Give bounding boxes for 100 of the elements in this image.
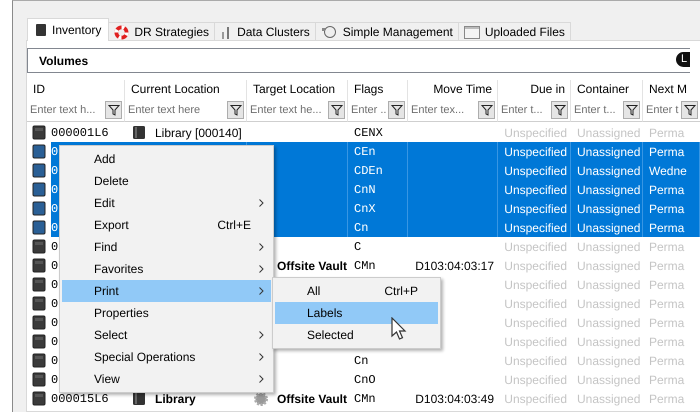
volume-id: 0 [51, 258, 58, 272]
cartridge-icon [35, 23, 47, 37]
menu-item[interactable]: Labels [275, 302, 438, 324]
table-cell-text: Unspecified [503, 390, 568, 408]
cartridge-icon [32, 315, 46, 330]
filter-field[interactable]: Enter text he... [247, 101, 327, 119]
filter-field[interactable]: Enter t... [571, 101, 622, 119]
volume-id: 0 [51, 278, 58, 292]
column-header[interactable]: Move Time [433, 80, 492, 99]
cartridge-icon [32, 372, 46, 387]
table-cell-text: Perma [648, 238, 686, 256]
filter-button[interactable] [551, 101, 568, 119]
menu-item[interactable]: Select [62, 324, 271, 346]
cartridge-icon [32, 125, 46, 140]
filter-icon [108, 104, 120, 116]
tab[interactable]: Uploaded Files [458, 22, 571, 41]
cartridge-icon [32, 391, 46, 406]
table-cell-text: Unassigned [576, 314, 642, 332]
table-cell-text: Unassigned [576, 238, 642, 256]
cartridge-icon [32, 258, 46, 273]
table-cell-text: Perma [648, 314, 686, 332]
volume-id: 0 [51, 334, 58, 348]
gauge-icon [320, 25, 338, 39]
table-cell: Perma [643, 199, 700, 218]
column-header[interactable]: Target Location [253, 80, 336, 99]
table-cell: Wedne [643, 161, 700, 180]
menu-item[interactable]: View [62, 368, 271, 390]
filter-button[interactable] [227, 101, 244, 119]
menu-item[interactable]: Favorites [62, 258, 271, 280]
column-header[interactable]: Container [577, 80, 630, 99]
table-cell: CnX [348, 199, 408, 218]
filter-button[interactable] [105, 101, 122, 119]
filter-icon [390, 104, 402, 116]
filter-button[interactable] [478, 101, 495, 119]
menu-item[interactable]: Find [62, 236, 271, 258]
filter-field[interactable]: Enter tex... [408, 101, 477, 119]
menu-item[interactable]: Print [62, 280, 271, 302]
filter-button[interactable] [388, 101, 405, 119]
menu-item[interactable]: Special Operations [62, 346, 271, 368]
table-cell: Offsite Vault [277, 258, 348, 272]
table-cell: Unassigned [571, 161, 643, 180]
cartridge-icon [32, 296, 46, 311]
cartridge-icon [132, 391, 146, 406]
table-cell: Unassigned [571, 218, 643, 237]
table-cell-text: Perma [648, 258, 686, 274]
column-header[interactable]: Due in [530, 80, 565, 99]
volume-id: 000001L6 [51, 126, 109, 140]
table-cell: Unspecified [498, 142, 571, 161]
chevron-icon [258, 331, 264, 339]
filter-button[interactable] [623, 101, 640, 119]
table-cell-text: CnO [353, 372, 377, 388]
filter-field[interactable]: Enter t... [498, 101, 550, 119]
column-header[interactable]: Flags [354, 80, 384, 99]
volume-id: 0 [51, 372, 58, 386]
filter-icon [230, 104, 242, 116]
gear-icon [253, 390, 269, 406]
table-cell-text: Perma [648, 276, 686, 294]
filter-field[interactable]: Enter ... [348, 101, 387, 119]
table-cell: Unspecified [498, 218, 571, 237]
filter-field[interactable]: Enter text h... [27, 101, 104, 119]
filter-field[interactable]: Enter text here [125, 101, 226, 119]
filter-icon [626, 104, 638, 116]
tab[interactable]: Inventory [27, 18, 110, 41]
table-cell-text: Unspecified [503, 238, 568, 256]
table-cell-text: D103:04:03:49 [414, 390, 495, 408]
table-cell: CEn [348, 142, 408, 161]
table-cell-text: Perma [648, 352, 686, 370]
chevron-icon [258, 243, 264, 251]
tab[interactable]: Data Clusters [214, 22, 316, 41]
table-cell-text: Unassigned [576, 276, 642, 294]
menu-item[interactable]: Selected [275, 324, 438, 346]
table-cell-text: Unassigned [576, 124, 642, 142]
cartridge-icon [32, 277, 46, 292]
table-cell-text: Unspecified [503, 352, 568, 370]
table-cell-text: Perma [648, 296, 686, 312]
table-cell-text: CMn [353, 390, 377, 408]
table-cell: Unassigned [571, 199, 643, 218]
column-header[interactable]: ID [33, 80, 45, 99]
cartridge-icon [32, 163, 46, 178]
table-cell-text: Perma [648, 372, 686, 388]
table-cell: Perma [643, 180, 700, 199]
table-cell: Perma [643, 218, 700, 237]
menu-item[interactable]: All Ctrl+P [275, 280, 438, 302]
table-cell: Unspecified [498, 199, 571, 218]
table-cell-text: Unspecified [503, 372, 568, 388]
filter-button[interactable] [328, 101, 345, 119]
volume-id: 0 [51, 316, 58, 330]
filter-field[interactable]: Enter t [643, 101, 680, 119]
table-cell-text: Unspecified [503, 314, 568, 332]
tab[interactable]: Simple Management [314, 22, 459, 41]
filter-icon [330, 104, 342, 116]
chevron-icon [258, 265, 264, 273]
table-cell-text: Unassigned [576, 372, 642, 388]
column-header[interactable]: Current Location [131, 80, 220, 99]
column-header[interactable]: Next M [649, 80, 688, 99]
tab[interactable]: DR Strategies [108, 22, 216, 41]
menu-item[interactable]: Properties [62, 302, 271, 324]
chevron-icon [258, 199, 264, 207]
filter-button[interactable] [681, 101, 698, 119]
filter-icon [554, 104, 566, 116]
